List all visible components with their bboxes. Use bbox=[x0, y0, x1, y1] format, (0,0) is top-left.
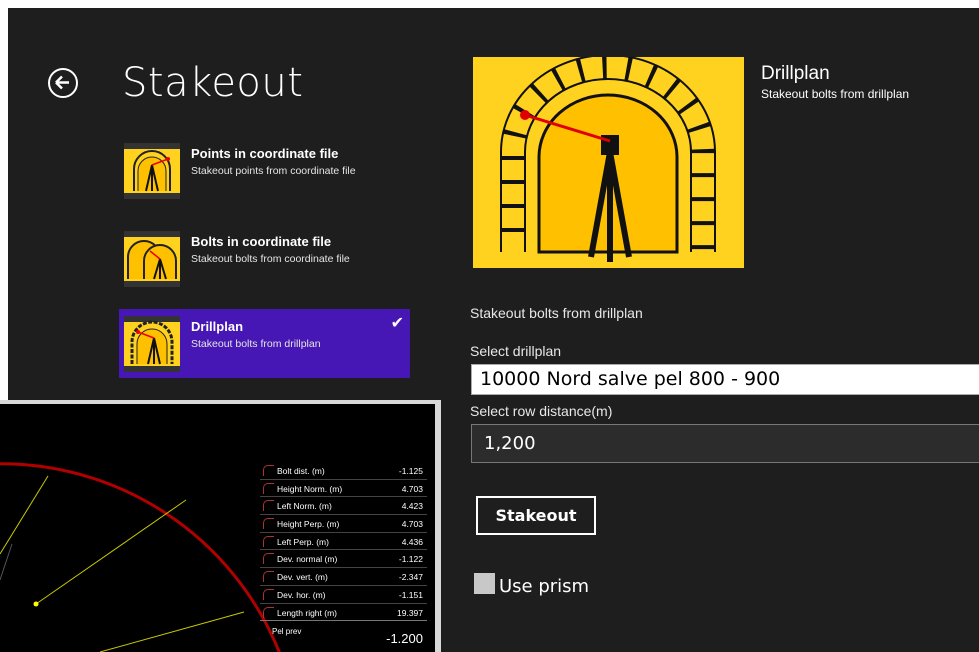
measurement-table: Bolt dist. (m) -1.125 Height Norm. (m) 4.7… bbox=[260, 462, 427, 622]
detail-title: Drillplan bbox=[761, 63, 830, 84]
left-normal-icon bbox=[263, 500, 274, 512]
detail-description: Stakeout bolts from drillplan bbox=[470, 305, 643, 321]
dev-vert-icon bbox=[263, 571, 274, 583]
drillplan-illustration bbox=[473, 57, 744, 268]
option-subtitle: Stakeout points from coordinate file bbox=[191, 165, 356, 177]
back-button[interactable] bbox=[48, 68, 78, 98]
pel-prev-label: Pel prev bbox=[272, 627, 302, 636]
coordinate-bolts-icon bbox=[124, 231, 180, 287]
measurement-row: Left Perp. (m) 4.436 bbox=[260, 533, 427, 551]
option-subtitle: Stakeout bolts from coordinate file bbox=[191, 253, 350, 265]
option-title: Bolts in coordinate file bbox=[191, 234, 332, 249]
measurement-row: Left Norm. (m) 4.423 bbox=[260, 497, 427, 516]
option-bolts-in-coordinate-file[interactable]: Bolts in coordinate file Stakeout bolts … bbox=[119, 224, 410, 293]
option-title: Points in coordinate file bbox=[191, 146, 339, 161]
checkmark-icon: ✔ bbox=[390, 313, 404, 332]
detail-subtitle: Stakeout bolts from drillplan bbox=[761, 87, 910, 101]
drillplan-icon bbox=[124, 316, 180, 372]
row-distance-input[interactable]: 1,200 bbox=[471, 424, 979, 463]
page-title: Stakeout bbox=[122, 60, 304, 106]
measurement-row: Height Perp. (m) 4.703 bbox=[260, 515, 427, 533]
option-points-in-coordinate-file[interactable]: Points in coordinate file Stakeout point… bbox=[119, 136, 410, 205]
option-title: Drillplan bbox=[191, 319, 244, 334]
measurement-screenshot: Bolt dist. (m) -1.125 Height Norm. (m) 4.7… bbox=[0, 400, 441, 652]
option-subtitle: Stakeout bolts from drillplan bbox=[191, 338, 321, 350]
pel-prev: Pel prev -1.200 bbox=[260, 620, 427, 649]
height-normal-icon bbox=[263, 482, 274, 494]
use-prism-checkbox[interactable] bbox=[474, 573, 495, 594]
pel-prev-value: -1.200 bbox=[386, 631, 423, 646]
measurement-view: Bolt dist. (m) -1.125 Height Norm. (m) 4.7… bbox=[0, 404, 435, 652]
arrow-left-icon bbox=[55, 75, 69, 90]
measurement-row: Dev. hor. (m) -1.151 bbox=[260, 586, 427, 604]
select-drillplan-label: Select drillplan bbox=[470, 343, 562, 359]
height-perp-icon bbox=[263, 518, 274, 530]
drillplan-select[interactable]: 10000 Nord salve pel 800 - 900 bbox=[471, 364, 979, 395]
measurement-row: Dev. normal (m) -1.122 bbox=[260, 550, 427, 569]
row-distance-label: Select row distance(m) bbox=[470, 403, 613, 419]
bolt-distance-icon bbox=[263, 465, 274, 476]
measurement-row: Dev. vert. (m) -2.347 bbox=[260, 568, 427, 586]
option-drillplan[interactable]: Drillplan Stakeout bolts from drillplan … bbox=[119, 309, 410, 378]
dev-normal-icon bbox=[263, 553, 274, 565]
left-perp-icon bbox=[263, 535, 274, 547]
measurement-row: Bolt dist. (m) -1.125 bbox=[260, 462, 427, 480]
dev-hor-icon bbox=[263, 588, 274, 600]
use-prism-label: Use prism bbox=[499, 576, 590, 597]
stakeout-button[interactable]: Stakeout bbox=[476, 496, 596, 535]
length-right-icon bbox=[263, 606, 274, 618]
measurement-row: Length right (m) 19.397 bbox=[260, 604, 427, 622]
measurement-row: Height Norm. (m) 4.703 bbox=[260, 480, 427, 498]
coordinate-points-icon bbox=[124, 143, 180, 199]
